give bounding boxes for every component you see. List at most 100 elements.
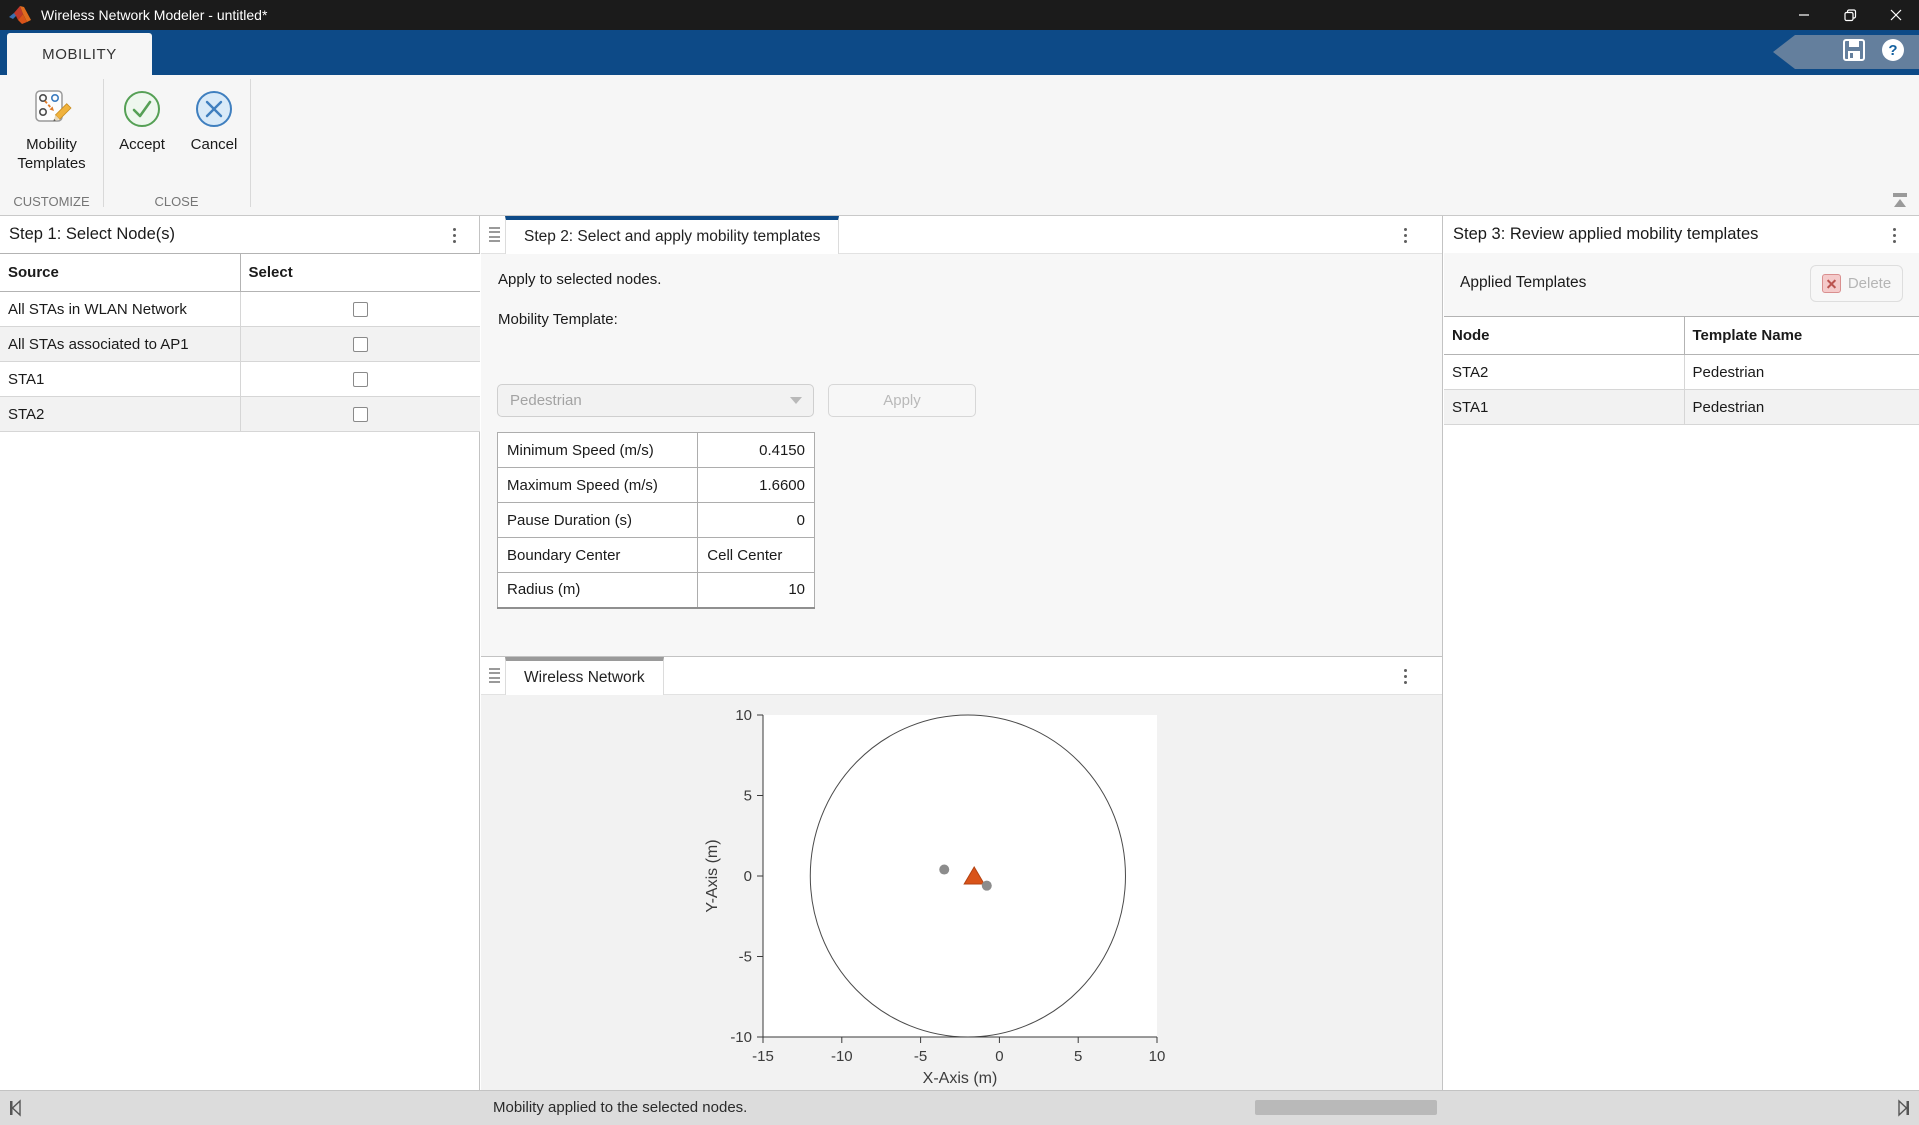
svg-text:?: ? <box>1888 42 1897 59</box>
table-row[interactable]: All STAs associated to AP1 <box>0 327 480 362</box>
template-cell: Pedestrian <box>1684 355 1919 390</box>
drag-grip-icon[interactable] <box>489 668 500 683</box>
table-row: Radius (m) 10 <box>498 573 815 608</box>
tab-wireless-network[interactable]: Wireless Network <box>505 657 664 695</box>
svg-text:-15: -15 <box>752 1048 774 1065</box>
table-row[interactable]: STA1 <box>0 362 480 397</box>
restore-button[interactable] <box>1827 0 1873 30</box>
panel-network: Wireless Network -15-10-50510-10-50510X-… <box>481 656 1443 1090</box>
main-area: Step 1: Select Node(s) Source Select All… <box>0 216 1919 1090</box>
cancel-label: Cancel <box>180 135 248 154</box>
step3-table: Node Template Name STA2 Pedestrian STA1 … <box>1444 316 1919 425</box>
svg-text:0: 0 <box>744 868 752 885</box>
table-row[interactable]: STA2 Pedestrian <box>1444 355 1919 390</box>
param-name: Boundary Center <box>498 538 698 573</box>
template-dropdown-value: Pedestrian <box>510 392 582 409</box>
source-cell: All STAs in WLAN Network <box>0 292 240 327</box>
status-bar: Mobility applied to the selected nodes. <box>0 1090 1919 1125</box>
svg-text:5: 5 <box>1074 1048 1082 1065</box>
step3-menu-icon[interactable] <box>1885 223 1903 247</box>
svg-text:-5: -5 <box>739 949 752 966</box>
step3-title-bar: Step 3: Review applied mobility template… <box>1444 216 1919 253</box>
delete-label: Delete <box>1848 275 1891 292</box>
table-row: Boundary Center Cell Center <box>498 538 815 573</box>
param-value[interactable]: 0 <box>698 503 815 538</box>
network-tab-bar: Wireless Network <box>481 657 1442 695</box>
param-name: Radius (m) <box>498 573 698 608</box>
collapse-right-icon[interactable] <box>1896 1099 1912 1122</box>
toolstrip-separator <box>103 79 104 207</box>
svg-text:0: 0 <box>995 1048 1003 1065</box>
delete-icon <box>1822 274 1841 293</box>
drag-grip-icon[interactable] <box>489 227 500 242</box>
window-title: Wireless Network Modeler - untitled* <box>41 7 267 23</box>
group-label-close: CLOSE <box>103 194 250 209</box>
step1-menu-icon[interactable] <box>445 223 463 247</box>
table-row[interactable]: STA2 <box>0 397 480 432</box>
chevron-down-icon <box>790 397 802 404</box>
panel-step3: Step 3: Review applied mobility template… <box>1444 216 1919 1090</box>
step1-col-source: Source <box>0 254 240 292</box>
param-value[interactable]: 10 <box>698 573 815 608</box>
step1-table: Source Select All STAs in WLAN Network A… <box>0 253 480 432</box>
node-cell: STA1 <box>1444 390 1684 425</box>
select-checkbox[interactable] <box>353 372 368 387</box>
apply-button[interactable]: Apply <box>828 384 976 417</box>
close-button[interactable] <box>1873 0 1919 30</box>
cancel-button[interactable]: Cancel <box>180 83 248 154</box>
step2-tab-bar: Step 2: Select and apply mobility templa… <box>481 216 1442 254</box>
applied-templates-row: Applied Templates Delete <box>1444 253 1919 316</box>
svg-text:10: 10 <box>735 707 752 724</box>
step1-title-bar: Step 1: Select Node(s) <box>0 216 479 253</box>
panel-step1: Step 1: Select Node(s) Source Select All… <box>0 216 480 1090</box>
svg-text:X-Axis (m): X-Axis (m) <box>923 1070 998 1087</box>
step1-col-select: Select <box>240 254 480 292</box>
template-dropdown[interactable]: Pedestrian <box>497 384 814 417</box>
cancel-icon <box>180 83 248 135</box>
template-label: Mobility Template: <box>498 311 618 328</box>
network-plot-area: -15-10-50510-10-50510X-Axis (m)Y-Axis (m… <box>481 695 1442 1090</box>
select-checkbox[interactable] <box>353 407 368 422</box>
tab-step2[interactable]: Step 2: Select and apply mobility templa… <box>505 216 839 254</box>
tab-mobility[interactable]: MOBILITY <box>7 33 152 75</box>
select-checkbox[interactable] <box>353 302 368 317</box>
param-name: Minimum Speed (m/s) <box>498 433 698 468</box>
param-value[interactable]: 1.6600 <box>698 468 815 503</box>
collapse-ribbon-icon[interactable] <box>1890 191 1912 211</box>
save-icon[interactable] <box>1841 38 1867 67</box>
title-bar: Wireless Network Modeler - untitled* <box>0 0 1919 30</box>
accept-label: Accept <box>109 135 175 154</box>
matlab-logo-icon <box>9 5 31 25</box>
svg-text:5: 5 <box>744 788 752 805</box>
network-menu-icon[interactable] <box>1396 664 1414 688</box>
delete-button[interactable]: Delete <box>1810 265 1903 302</box>
source-cell: STA1 <box>0 362 240 397</box>
mobility-templates-button[interactable]: Mobility Templates <box>0 83 103 173</box>
minimize-button[interactable] <box>1781 0 1827 30</box>
panel-step2: Step 2: Select and apply mobility templa… <box>481 216 1443 656</box>
table-row: Minimum Speed (m/s) 0.4150 <box>498 433 815 468</box>
source-cell: All STAs associated to AP1 <box>0 327 240 362</box>
ribbon-tab-bar: MOBILITY ? <box>0 30 1919 75</box>
param-value[interactable]: Cell Center <box>698 538 815 573</box>
template-cell: Pedestrian <box>1684 390 1919 425</box>
svg-text:-10: -10 <box>831 1048 853 1065</box>
step2-menu-icon[interactable] <box>1396 223 1414 247</box>
horizontal-scrollbar-thumb[interactable] <box>1255 1100 1437 1115</box>
table-row: Pause Duration (s) 0 <box>498 503 815 538</box>
apply-instruction: Apply to selected nodes. <box>498 271 661 288</box>
step3-col-node: Node <box>1444 317 1684 355</box>
status-message: Mobility applied to the selected nodes. <box>493 1091 747 1125</box>
table-row: Maximum Speed (m/s) 1.6600 <box>498 468 815 503</box>
help-icon[interactable]: ? <box>1881 38 1905 67</box>
step3-col-template: Template Name <box>1684 317 1919 355</box>
accept-button[interactable]: Accept <box>109 83 175 154</box>
quick-access-toolbar: ? <box>1773 35 1919 69</box>
select-checkbox[interactable] <box>353 337 368 352</box>
table-row[interactable]: All STAs in WLAN Network <box>0 292 480 327</box>
param-value[interactable]: 0.4150 <box>698 433 815 468</box>
collapse-left-icon[interactable] <box>7 1099 23 1122</box>
applied-templates-label: Applied Templates <box>1460 274 1586 292</box>
step3-title: Step 3: Review applied mobility template… <box>1453 225 1758 244</box>
table-row[interactable]: STA1 Pedestrian <box>1444 390 1919 425</box>
